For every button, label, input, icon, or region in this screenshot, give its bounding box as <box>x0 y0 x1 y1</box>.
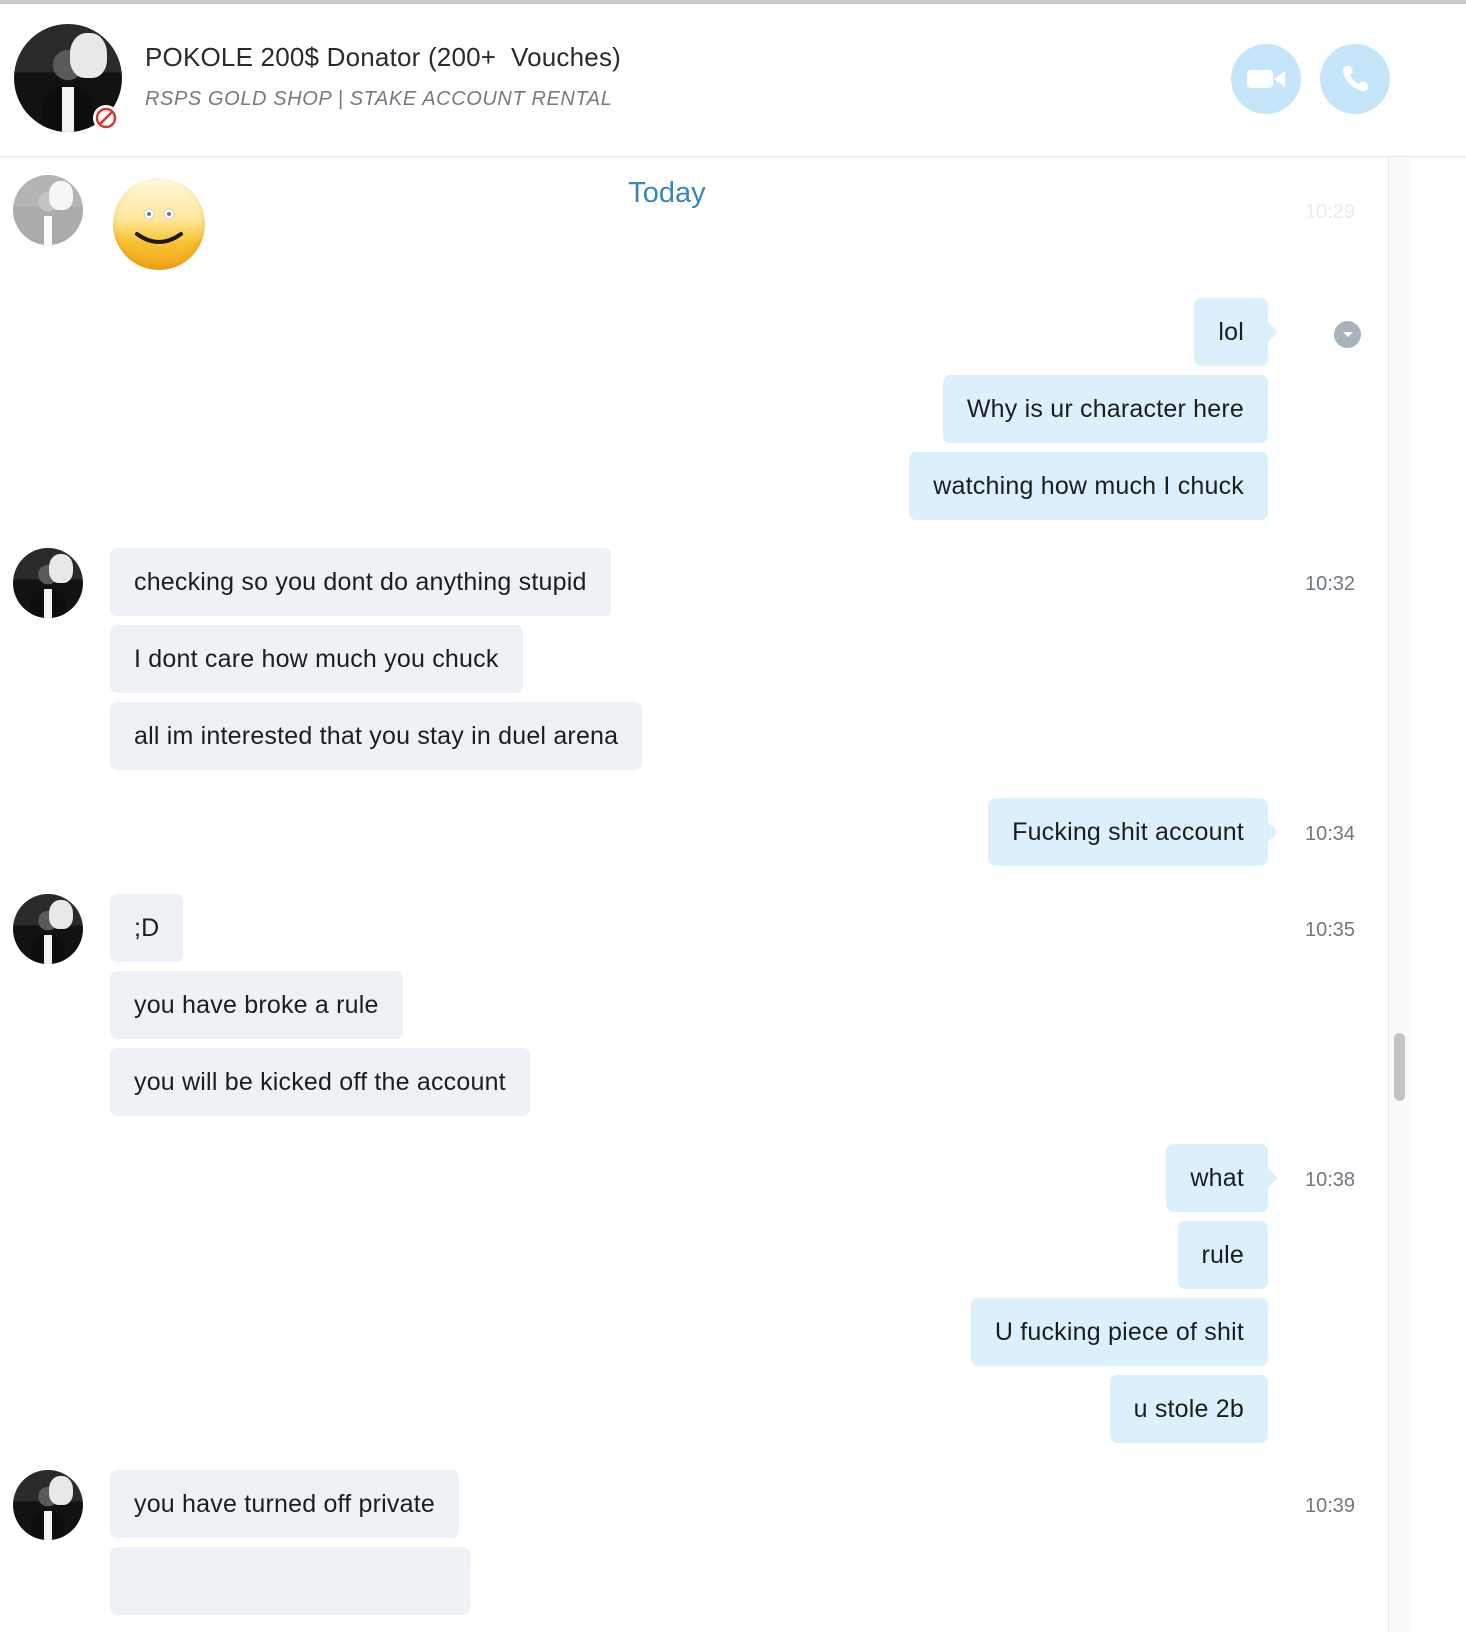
outgoing-message[interactable]: U fucking piece of shit <box>970 1298 1268 1366</box>
message-time: 10:39 <box>1305 1495 1356 1517</box>
scrollbar[interactable] <box>1388 157 1411 1632</box>
incoming-message[interactable]: checking so you dont do anything stupid <box>110 548 611 616</box>
video-call-button[interactable] <box>1231 44 1301 114</box>
chevron-down-icon <box>1342 331 1353 337</box>
outgoing-message[interactable]: Why is ur character here <box>942 375 1268 443</box>
chat-header: POKOLE 200$ Donator (200+ Vouches) RSPS … <box>0 4 1466 157</box>
message-time: 10:29 <box>1305 201 1356 223</box>
incoming-message[interactable]: you will be kicked off the account <box>110 1048 530 1116</box>
incoming-message[interactable]: you have broke a rule <box>110 971 403 1039</box>
outgoing-message[interactable]: Fucking shit account <box>988 798 1278 866</box>
contact-avatar-small[interactable] <box>13 548 83 618</box>
outgoing-message[interactable]: what <box>1166 1144 1278 1212</box>
contact-name: POKOLE 200$ Donator (200+ Vouches) <box>145 42 622 72</box>
incoming-message[interactable]: you have turned off private <box>110 1470 459 1538</box>
message-time: 10:35 <box>1305 919 1356 941</box>
message-time: 10:38 <box>1305 1169 1356 1191</box>
window-margin <box>1410 157 1466 1632</box>
message-options-button[interactable] <box>1334 321 1361 348</box>
conversation-area[interactable]: Today 10:29 lol Why is ur character here… <box>0 157 1388 1632</box>
outgoing-message[interactable]: rule <box>1177 1221 1268 1289</box>
contact-avatar-small[interactable] <box>13 1470 83 1540</box>
message-time: 10:34 <box>1305 823 1356 845</box>
audio-call-button[interactable] <box>1320 44 1390 114</box>
video-camera-icon <box>1247 70 1285 88</box>
incoming-message-partial[interactable] <box>110 1547 470 1615</box>
message-time: 10:32 <box>1305 573 1356 595</box>
blocked-icon <box>93 105 119 131</box>
contact-avatar-small[interactable] <box>13 894 83 964</box>
outgoing-message[interactable]: u stole 2b <box>1109 1375 1268 1443</box>
date-divider: Today <box>628 177 706 209</box>
incoming-message[interactable]: all im interested that you stay in duel … <box>110 702 643 770</box>
incoming-message[interactable]: ;D <box>110 894 184 962</box>
phone-icon <box>1342 66 1368 92</box>
scrollbar-thumb[interactable] <box>1394 1033 1405 1101</box>
outgoing-message[interactable]: watching how much I chuck <box>909 452 1268 520</box>
incoming-message[interactable]: I dont care how much you chuck <box>110 625 523 693</box>
outgoing-message[interactable]: lol <box>1194 298 1278 366</box>
contact-mood-message: RSPS GOLD SHOP | STAKE ACCOUNT RENTAL <box>145 88 613 110</box>
